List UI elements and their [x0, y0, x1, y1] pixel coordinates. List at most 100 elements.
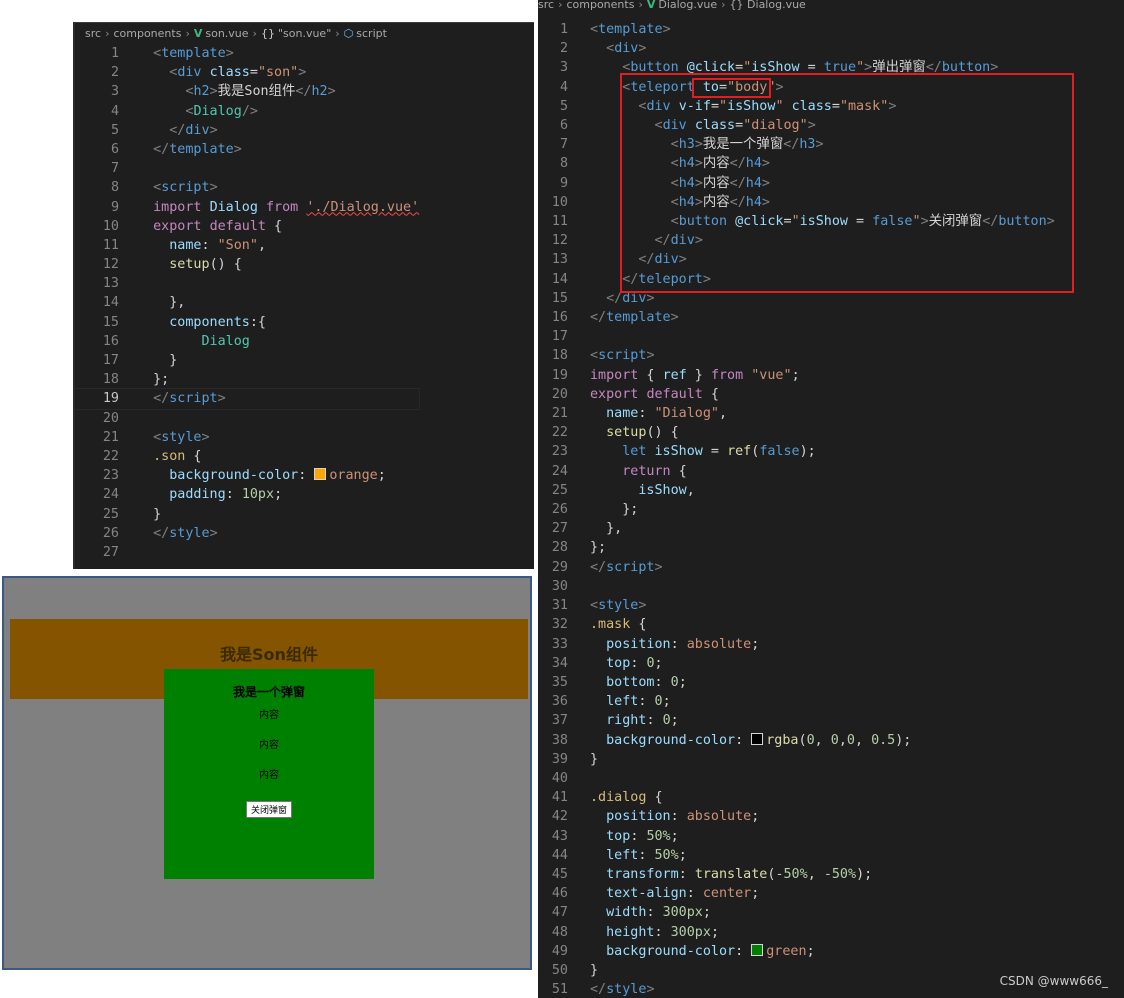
code-token: ,: [807, 866, 824, 882]
code-area[interactable]: 1 <template> 2 <div> 3 <button @click="isSh…: [538, 20, 1055, 998]
son-vue-editor[interactable]: src › components › V son.vue › {} "son.v…: [75, 22, 534, 569]
code-line[interactable]: 11 name: "Son",: [75, 236, 419, 255]
code-token: class: [694, 118, 736, 134]
breadcrumb-module[interactable]: "son.vue": [278, 27, 331, 40]
code-line[interactable]: 8 <h4>内容</h4>: [538, 154, 1055, 173]
line-number: 22: [102, 448, 119, 464]
code-line[interactable]: 14 },: [75, 293, 419, 312]
code-line[interactable]: 43 top: 50%;: [538, 827, 1055, 846]
color-swatch-icon[interactable]: [314, 468, 327, 481]
code-line[interactable]: 45 transform: translate(-50%, -50%);: [538, 865, 1055, 884]
color-swatch-icon[interactable]: [751, 732, 764, 745]
code-line[interactable]: 26 };: [538, 500, 1055, 519]
breadcrumb-file[interactable]: Dialog.vue: [658, 0, 717, 11]
code-line[interactable]: 21 <style>: [75, 428, 419, 447]
code-line[interactable]: 17 }: [75, 351, 419, 370]
code-line[interactable]: 20 export default {: [538, 385, 1055, 404]
code-line[interactable]: 22 .son {: [75, 447, 419, 466]
code-line[interactable]: 9 import Dialog from './Dialog.vue': [75, 198, 419, 217]
code-line[interactable]: 13 </div>: [538, 250, 1055, 269]
close-dialog-button[interactable]: 关闭弹窗: [245, 801, 292, 818]
code-line[interactable]: 28};: [538, 538, 1055, 557]
code-line[interactable]: 15 </div>: [538, 289, 1055, 308]
code-line[interactable]: 15 components:{: [75, 313, 419, 332]
code-line[interactable]: 17: [538, 327, 1055, 346]
code-line[interactable]: 19 </script>: [75, 388, 421, 410]
code-line[interactable]: 41 .dialog {: [538, 788, 1055, 807]
code-line[interactable]: 27: [75, 543, 419, 562]
code-line[interactable]: 18 };: [75, 370, 419, 389]
code-line[interactable]: 47 width: 300px;: [538, 903, 1055, 922]
code-line[interactable]: 8 <script>: [75, 178, 419, 197]
code-line[interactable]: 24 padding: 10px;: [75, 485, 419, 504]
code-line[interactable]: 4 <Dialog/>: [75, 102, 419, 121]
breadcrumb-src[interactable]: src: [85, 27, 101, 40]
code-line[interactable]: 21 name: "Dialog",: [538, 404, 1055, 423]
code-line[interactable]: 2 <div>: [538, 39, 1055, 58]
breadcrumb-file[interactable]: son.vue: [205, 27, 248, 40]
color-swatch-icon[interactable]: [751, 943, 764, 956]
code-line[interactable]: 7: [75, 159, 419, 178]
code-line[interactable]: 27 },: [538, 519, 1055, 538]
code-line[interactable]: 24 return {: [538, 462, 1055, 481]
code-line[interactable]: 32 .mask {: [538, 615, 1055, 634]
code-area[interactable]: 1 <template> 2 <div class="son"> 3 <h2>我是S…: [75, 44, 421, 562]
dialog-vue-editor[interactable]: src › components › V Dialog.vue › {} Dia…: [538, 0, 1124, 998]
code-line[interactable]: 25 isShow,: [538, 481, 1055, 500]
code-line[interactable]: 37 right: 0;: [538, 711, 1055, 730]
code-line[interactable]: 46 text-align: center;: [538, 884, 1055, 903]
code-line[interactable]: 39}: [538, 750, 1055, 769]
code-line[interactable]: 26 </style>: [75, 524, 419, 543]
code-line[interactable]: 40: [538, 769, 1055, 788]
code-line[interactable]: 22 setup() {: [538, 423, 1055, 442]
code-line[interactable]: 5 </div>: [75, 121, 419, 140]
breadcrumb-symbol[interactable]: script: [356, 27, 387, 40]
code-line[interactable]: 25 }: [75, 505, 419, 524]
code-line[interactable]: 38 background-color: rgba(0, 0,0, 0.5);: [538, 731, 1055, 750]
code-line[interactable]: 23 let isShow = ref(false);: [538, 442, 1055, 461]
code-line[interactable]: 30: [538, 577, 1055, 596]
code-token: }: [137, 506, 162, 522]
code-line[interactable]: 44 left: 50%;: [538, 846, 1055, 865]
breadcrumb-components[interactable]: components: [566, 0, 634, 11]
code-line[interactable]: 31 <style>: [538, 596, 1055, 615]
code-line[interactable]: 11 <button @click="isShow = false">关闭弹窗<…: [538, 212, 1055, 231]
code-line[interactable]: 23 background-color: orange;: [75, 466, 419, 485]
breadcrumb-components[interactable]: components: [113, 27, 181, 40]
code-line[interactable]: 29 </script>: [538, 558, 1055, 577]
code-line[interactable]: 50}: [538, 961, 1055, 980]
code-line[interactable]: 33 position: absolute;: [538, 635, 1055, 654]
code-line[interactable]: 9 <h4>内容</h4>: [538, 174, 1055, 193]
breadcrumb-module[interactable]: {} Dialog.vue: [730, 0, 806, 11]
breadcrumb-src[interactable]: src: [538, 0, 554, 11]
code-line[interactable]: 10 export default {: [75, 217, 419, 236]
code-line[interactable]: 14 </teleport>: [538, 270, 1055, 289]
code-line[interactable]: 19 import { ref } from "vue";: [538, 366, 1055, 385]
code-line[interactable]: 18 <script>: [538, 346, 1055, 365]
code-line[interactable]: 42 position: absolute;: [538, 807, 1055, 826]
code-line[interactable]: 4 <teleport to="body">: [538, 78, 1055, 97]
code-line[interactable]: 34 top: 0;: [538, 654, 1055, 673]
code-line[interactable]: 5 <div v-if="isShow" class="mask">: [538, 97, 1055, 116]
code-line[interactable]: 20: [75, 409, 419, 428]
code-line[interactable]: 49 background-color: green;: [538, 942, 1055, 961]
code-line[interactable]: 12 setup() {: [75, 255, 419, 274]
code-line[interactable]: 10 <h4>内容</h4>: [538, 193, 1055, 212]
code-line[interactable]: 35 bottom: 0;: [538, 673, 1055, 692]
code-line[interactable]: 3 <h2>我是Son组件</h2>: [75, 82, 419, 101]
code-line[interactable]: 48 height: 300px;: [538, 923, 1055, 942]
code-line[interactable]: 3 <button @click="isShow = true">弹出弹窗</b…: [538, 58, 1055, 77]
code-line[interactable]: 12 </div>: [538, 231, 1055, 250]
code-line[interactable]: 51 </style>: [538, 980, 1055, 998]
code-line[interactable]: 6 <div class="dialog">: [538, 116, 1055, 135]
code-line[interactable]: 16 </template>: [538, 308, 1055, 327]
code-line[interactable]: 2 <div class="son">: [75, 63, 419, 82]
code-line[interactable]: 7 <h3>我是一个弹窗</h3>: [538, 135, 1055, 154]
code-line[interactable]: 13: [75, 274, 419, 293]
code-line[interactable]: 6 </template>: [75, 140, 419, 159]
code-line[interactable]: 1 <template>: [538, 20, 1055, 39]
line-number: 38: [551, 732, 568, 748]
code-line[interactable]: 36 left: 0;: [538, 692, 1055, 711]
code-line[interactable]: 1 <template>: [75, 44, 419, 63]
code-line[interactable]: 16 Dialog: [75, 332, 419, 351]
